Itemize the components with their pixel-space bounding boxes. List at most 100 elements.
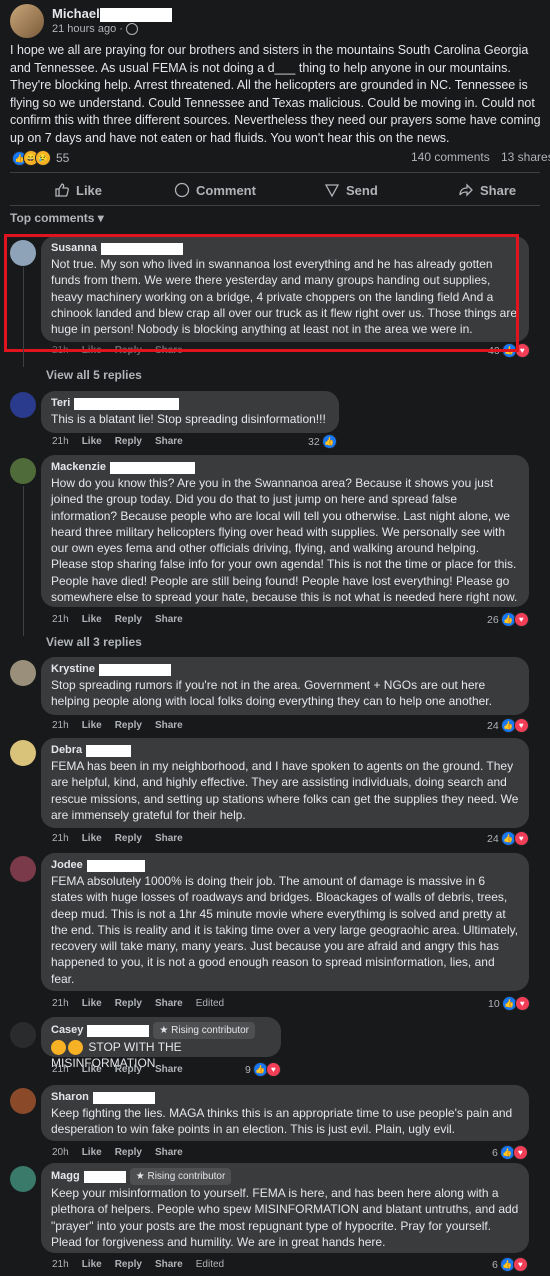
comment-reply-button[interactable]: Reply	[115, 1259, 142, 1270]
comment-reply-button[interactable]: Reply	[115, 998, 142, 1009]
comment-bubble: Jodee FEMA absolutely 1000% is doing the…	[41, 853, 529, 991]
comment-reply-button[interactable]: Reply	[115, 1147, 142, 1158]
comment-like-button[interactable]: Like	[82, 614, 102, 625]
comment-time[interactable]: 21h	[52, 720, 69, 731]
comment-reactions[interactable]: 6 👍 ♥	[492, 1257, 528, 1272]
comment-share-button[interactable]: Share	[155, 1064, 183, 1075]
comment-reply-button[interactable]: Reply	[115, 436, 142, 447]
globe-icon	[126, 23, 139, 36]
commenter-name[interactable]: Magg ★ Rising contributor	[51, 1168, 519, 1185]
commenter-name[interactable]: Debra	[51, 743, 519, 758]
comment-reply-button[interactable]: Reply	[115, 833, 142, 844]
comment-share-button[interactable]: Share	[155, 998, 183, 1009]
comment-bubble: Teri This is a blatant lie! Stop spreadi…	[41, 391, 339, 433]
commenter-name[interactable]: Casey ★ Rising contributor	[51, 1022, 271, 1039]
love-reaction-icon: ♥	[513, 718, 529, 733]
like-button[interactable]: Like	[54, 182, 102, 198]
like-reaction-icon: 👍	[321, 434, 337, 449]
avatar[interactable]	[10, 660, 36, 686]
comment-text: This is a blatant lie! Stop spreading di…	[51, 412, 326, 426]
comment-reactions[interactable]: 9 👍 ♥	[245, 1062, 281, 1077]
comment-time[interactable]: 21h	[52, 436, 69, 447]
care-reaction-icon: 😢	[35, 150, 51, 166]
comment-like-button[interactable]: Like	[82, 1064, 102, 1075]
comments-count[interactable]: 140 comments	[411, 150, 490, 164]
thread-line	[23, 267, 24, 367]
shares-count[interactable]: 13 shares	[501, 150, 550, 164]
post-author-avatar[interactable]	[10, 4, 44, 38]
commenter-name[interactable]: Mackenzie	[51, 460, 519, 475]
comment-like-button[interactable]: Like	[82, 998, 102, 1009]
comment-actions: 21h Like Reply Share Edited	[52, 998, 224, 1009]
comment-actions: 21h Like Reply Share	[52, 436, 183, 447]
comment-time[interactable]: 21h	[52, 614, 69, 625]
comment-like-button[interactable]: Like	[82, 833, 102, 844]
comment-reactions[interactable]: 26 👍 ♥	[487, 612, 529, 627]
comment-reply-button[interactable]: Reply	[115, 1064, 142, 1075]
avatar[interactable]	[10, 1088, 36, 1114]
comment-time[interactable]: 21h	[52, 1259, 69, 1270]
comment-like-button[interactable]: Like	[82, 720, 102, 731]
commenter-name[interactable]: Sharon	[51, 1090, 519, 1105]
post-author-name[interactable]: Michael	[52, 6, 172, 22]
avatar[interactable]	[10, 856, 36, 882]
send-icon	[324, 184, 340, 198]
face-emoji-icon	[51, 1040, 66, 1056]
comment-bubble: Krystine Stop spreading rumors if you're…	[41, 657, 529, 715]
comment-share-button[interactable]: Share	[155, 720, 183, 731]
avatar[interactable]	[10, 1022, 36, 1048]
love-reaction-icon: ♥	[512, 1257, 528, 1272]
commenter-name[interactable]: Jodee	[51, 858, 519, 873]
comment-reactions[interactable]: 24 👍 ♥	[487, 831, 529, 846]
comment-reply-button[interactable]: Reply	[115, 614, 142, 625]
highlight-box	[4, 234, 519, 352]
post-meta: 21 hours ago ·	[52, 23, 139, 36]
commenter-name[interactable]: Krystine	[51, 662, 519, 677]
comment-like-button[interactable]: Like	[82, 436, 102, 447]
comment-time[interactable]: 21h	[52, 833, 69, 844]
comment-reply-button[interactable]: Reply	[115, 720, 142, 731]
comment-button[interactable]: Comment	[174, 182, 256, 198]
comment-bubble: Magg ★ Rising contributor Keep your misin…	[41, 1163, 529, 1253]
comment-reactions[interactable]: 24 👍 ♥	[487, 718, 529, 733]
comment-actions: 21h Like Reply Share	[52, 1064, 183, 1075]
comment-share-button[interactable]: Share	[155, 614, 183, 625]
comment-reactions[interactable]: 32 👍	[308, 434, 337, 449]
comment-actions: 21h Like Reply Share	[52, 614, 183, 625]
comment-icon	[174, 182, 190, 198]
comment-like-button[interactable]: Like	[82, 1259, 102, 1270]
view-replies-link[interactable]: View all 5 replies	[46, 368, 142, 382]
comment-bubble: Sharon Keep fighting the lies. MAGA thin…	[41, 1085, 529, 1141]
comment-share-button[interactable]: Share	[155, 833, 183, 844]
comment-reactions[interactable]: 6 👍 ♥	[492, 1145, 528, 1160]
view-replies-link[interactable]: View all 3 replies	[46, 635, 142, 649]
comment-time[interactable]: 21h	[52, 1064, 69, 1075]
redaction	[110, 461, 196, 474]
comment-like-button[interactable]: Like	[82, 1147, 102, 1158]
comment-reactions[interactable]: 10 👍 ♥	[488, 996, 530, 1011]
avatar[interactable]	[10, 1166, 36, 1192]
comment-share-button[interactable]: Share	[155, 436, 183, 447]
send-button[interactable]: Send	[324, 182, 378, 198]
comment-share-button[interactable]: Share	[155, 1147, 183, 1158]
love-reaction-icon: ♥	[513, 612, 529, 627]
avatar[interactable]	[10, 392, 36, 418]
divider	[10, 172, 540, 173]
love-reaction-icon: ♥	[512, 1145, 528, 1160]
thread-line	[23, 486, 24, 636]
comment-sort-dropdown[interactable]: Top comments ▾	[10, 211, 104, 225]
comment-actions: 20h Like Reply Share	[52, 1147, 183, 1158]
comment-bubble: Mackenzie How do you know this? Are you …	[41, 455, 529, 607]
comment-time[interactable]: 21h	[52, 998, 69, 1009]
comment-share-button[interactable]: Share	[155, 1259, 183, 1270]
share-button[interactable]: Share	[458, 182, 516, 198]
comment-time[interactable]: 20h	[52, 1147, 69, 1158]
avatar[interactable]	[10, 458, 36, 484]
love-reaction-icon: ♥	[513, 831, 529, 846]
commenter-name[interactable]: Teri	[51, 396, 329, 411]
post-body: I hope we all are praying for our brothe…	[10, 43, 541, 145]
avatar[interactable]	[10, 740, 36, 766]
rising-contributor-badge: ★ Rising contributor	[153, 1022, 255, 1039]
post-reactions[interactable]: 👍 😄 😢 55	[12, 150, 69, 166]
comment-bubble: Casey ★ Rising contributor STOP WITH THE …	[41, 1017, 281, 1070]
